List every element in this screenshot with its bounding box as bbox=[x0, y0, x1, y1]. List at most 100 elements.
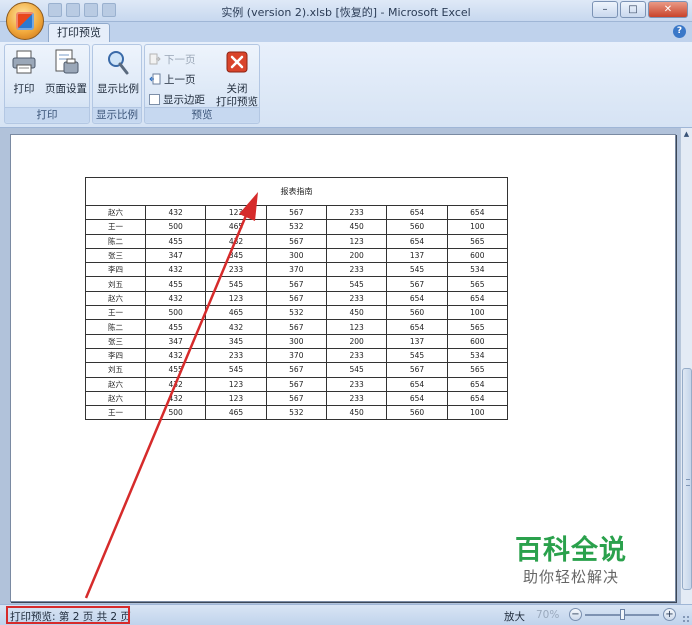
value-cell: 300 bbox=[265, 333, 327, 349]
close-preview-icon bbox=[226, 51, 248, 73]
print-button-label: 打印 bbox=[13, 83, 35, 95]
table-row: 赵六 432 123 567 233 654 654 bbox=[85, 204, 509, 221]
value-cell: 567 bbox=[265, 276, 327, 292]
value-cell: 465 bbox=[205, 305, 267, 321]
value-cell: 565 bbox=[446, 233, 509, 249]
value-cell: 233 bbox=[325, 347, 388, 364]
checkbox-box bbox=[149, 93, 160, 105]
value-cell: 600 bbox=[446, 333, 509, 349]
value-cell: 432 bbox=[205, 319, 267, 335]
vertical-scrollbar[interactable]: ▲ bbox=[680, 128, 692, 604]
value-cell: 432 bbox=[144, 376, 207, 392]
value-cell: 545 bbox=[386, 262, 448, 278]
zoom-level[interactable]: 70% bbox=[536, 609, 559, 621]
value-cell: 532 bbox=[265, 405, 327, 421]
value-cell: 432 bbox=[144, 290, 207, 307]
value-cell: 654 bbox=[446, 204, 509, 221]
value-cell: 137 bbox=[386, 247, 448, 264]
value-cell: 370 bbox=[265, 262, 327, 278]
value-cell: 347 bbox=[144, 247, 207, 264]
zoom-slider-thumb[interactable] bbox=[620, 609, 625, 620]
value-cell: 233 bbox=[325, 204, 388, 221]
report-body: 赵六 432 123 567 233 654 654 王一 500 465 532 450 560 100… bbox=[85, 204, 509, 421]
value-cell: 600 bbox=[446, 247, 509, 264]
table-row: 赵六 432 123 567 233 654 654 bbox=[85, 390, 509, 407]
value-cell: 545 bbox=[386, 347, 448, 364]
value-cell: 123 bbox=[205, 204, 267, 221]
value-cell: 465 bbox=[205, 405, 267, 421]
table-row: 赵六 432 123 567 233 654 654 bbox=[85, 376, 509, 392]
help-icon[interactable]: ? bbox=[673, 25, 686, 38]
report-title: 报表指南 bbox=[85, 177, 508, 206]
resize-grip-icon[interactable] bbox=[682, 615, 690, 623]
zoom-button[interactable]: 显示比例 bbox=[95, 48, 141, 96]
window-controls: – □ ✕ bbox=[592, 1, 688, 18]
zoom-in-label[interactable]: 放大 bbox=[504, 609, 525, 624]
value-cell: 567 bbox=[265, 376, 327, 392]
value-cell: 567 bbox=[265, 319, 327, 335]
name-cell: 王一 bbox=[85, 219, 146, 235]
value-cell: 233 bbox=[205, 262, 267, 278]
close-window-button[interactable]: ✕ bbox=[648, 1, 688, 18]
printer-icon bbox=[12, 50, 36, 74]
office-button[interactable] bbox=[6, 2, 44, 40]
value-cell: 565 bbox=[446, 276, 509, 292]
name-cell: 张三 bbox=[85, 333, 146, 349]
value-cell: 345 bbox=[205, 247, 267, 264]
table-row: 王一 500 465 532 450 560 100 bbox=[85, 405, 509, 421]
value-cell: 532 bbox=[265, 305, 327, 321]
next-page-button[interactable]: 下一页 bbox=[149, 51, 196, 67]
name-cell: 赵六 bbox=[85, 204, 146, 221]
previous-page-label: 上一页 bbox=[164, 73, 196, 86]
value-cell: 545 bbox=[205, 276, 267, 292]
close-print-preview-button[interactable]: 关闭 打印预览 bbox=[215, 48, 259, 109]
previous-page-button[interactable]: 上一页 bbox=[149, 71, 196, 87]
value-cell: 567 bbox=[265, 233, 327, 249]
scroll-up-icon[interactable]: ▲ bbox=[681, 128, 692, 140]
table-row: 张三 347 345 300 200 137 600 bbox=[85, 247, 509, 264]
value-cell: 123 bbox=[325, 319, 388, 335]
value-cell: 532 bbox=[265, 219, 327, 235]
value-cell: 233 bbox=[325, 262, 388, 278]
next-page-label: 下一页 bbox=[164, 53, 196, 66]
show-margins-checkbox[interactable]: 显示边距 bbox=[149, 91, 205, 107]
value-cell: 100 bbox=[446, 305, 509, 321]
maximize-button[interactable]: □ bbox=[620, 1, 646, 18]
value-cell: 654 bbox=[386, 290, 448, 307]
value-cell: 567 bbox=[386, 362, 448, 378]
value-cell: 567 bbox=[265, 204, 327, 221]
previous-page-icon bbox=[149, 73, 161, 85]
tab-print-preview[interactable]: 打印预览 bbox=[48, 23, 110, 42]
page-setup-icon bbox=[55, 49, 79, 74]
table-row: 李四 432 233 370 233 545 534 bbox=[85, 262, 509, 278]
value-cell: 567 bbox=[265, 290, 327, 307]
zoom-button-label: 显示比例 bbox=[97, 83, 139, 95]
show-margins-label: 显示边距 bbox=[163, 93, 205, 106]
zoom-in-button[interactable]: + bbox=[663, 608, 676, 621]
ribbon-tab-row: 打印预览 ? bbox=[0, 22, 692, 42]
value-cell: 123 bbox=[325, 233, 388, 249]
zoom-group: 显示比例 显示比例 bbox=[92, 44, 142, 124]
name-cell: 赵六 bbox=[85, 390, 146, 407]
value-cell: 545 bbox=[325, 276, 388, 292]
scroll-thumb[interactable] bbox=[682, 368, 692, 590]
value-cell: 345 bbox=[205, 333, 267, 349]
name-cell: 李四 bbox=[85, 347, 146, 364]
table-row: 刘五 455 545 567 545 567 565 bbox=[85, 276, 509, 292]
value-cell: 545 bbox=[205, 362, 267, 378]
value-cell: 432 bbox=[144, 390, 207, 407]
minimize-button[interactable]: – bbox=[592, 1, 618, 18]
zoom-out-button[interactable]: − bbox=[569, 608, 582, 621]
value-cell: 654 bbox=[386, 204, 448, 221]
page-setup-button[interactable]: 页面设置 bbox=[43, 48, 89, 96]
preview-area: 报表指南 赵六 432 123 567 233 654 654 王一 500 465 532 450 5… bbox=[0, 128, 692, 604]
value-cell: 450 bbox=[325, 219, 388, 235]
status-bar: 打印预览: 第 2 页 共 2 页 放大 70% − + bbox=[0, 604, 692, 625]
value-cell: 565 bbox=[446, 319, 509, 335]
value-cell: 500 bbox=[144, 305, 207, 321]
watermark-line1: 百科全说 bbox=[515, 535, 627, 566]
print-button[interactable]: 打印 bbox=[9, 48, 39, 96]
window-title: 实例 (version 2).xlsb [恢复的] - Microsoft Ex… bbox=[221, 6, 471, 19]
magnifier-icon bbox=[108, 51, 129, 75]
table-row: 陈二 455 432 567 123 654 565 bbox=[85, 319, 509, 335]
